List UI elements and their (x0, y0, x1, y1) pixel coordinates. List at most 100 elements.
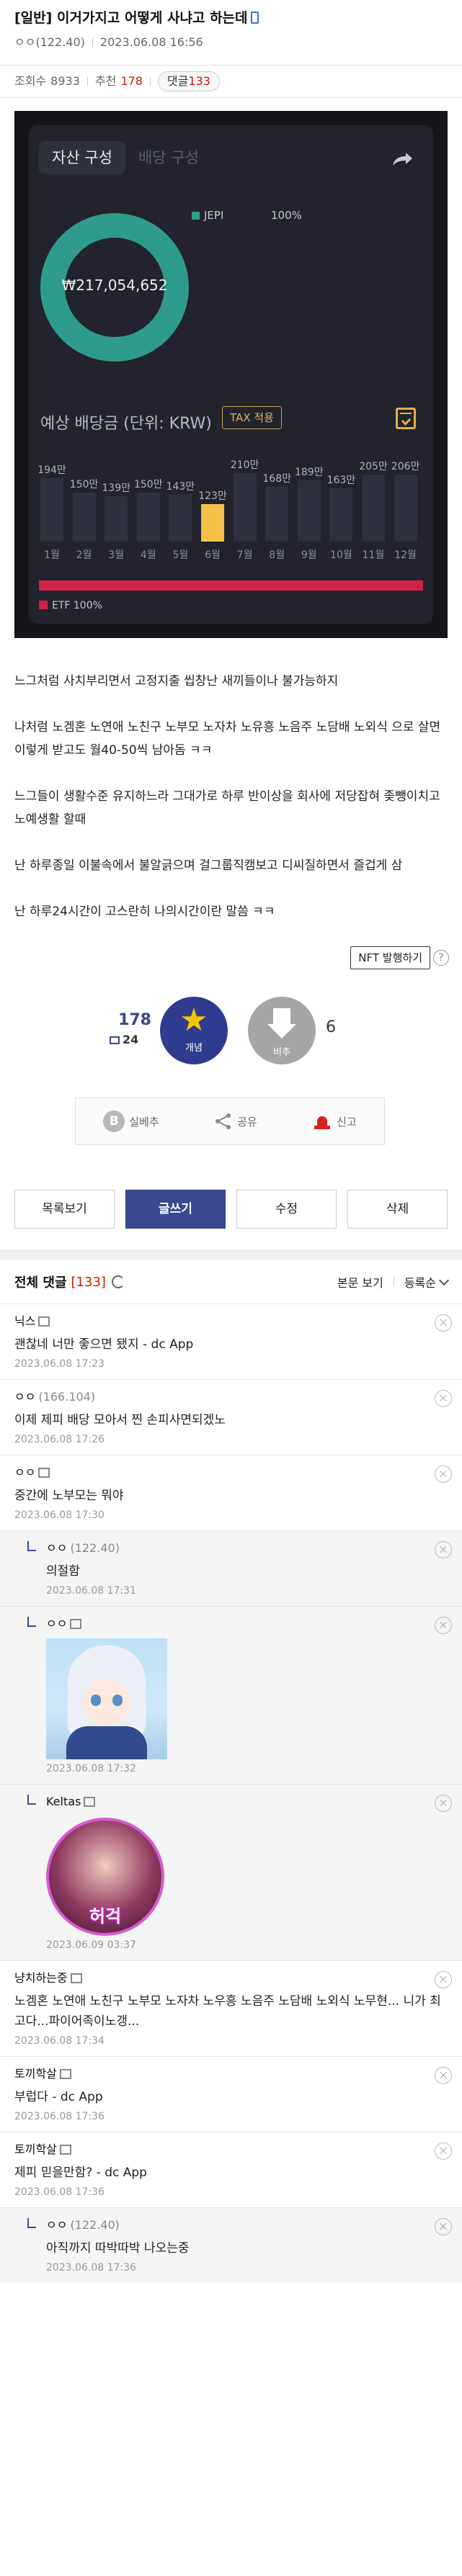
donut-legend: JEPI 100% (192, 209, 302, 222)
comment-count-badge[interactable]: 댓글133 (157, 71, 220, 91)
vote-area: 178 24 ★ 개념 비추 6 (0, 989, 462, 1098)
comment-nick[interactable]: ㅇㅇ (122.40) (46, 2217, 448, 2234)
comment-ip: (122.40) (70, 2218, 120, 2232)
delete-comment-icon[interactable] (435, 2218, 452, 2235)
tab-asset-composition: 자산 구성 (39, 141, 125, 174)
bar (329, 488, 353, 542)
sort-label: 등록순 (404, 1276, 436, 1290)
upvote-button[interactable]: ★ 개념 (160, 997, 228, 1064)
comment-body: 중간에 노부모는 뭐야 (14, 1489, 124, 1503)
delete-comment-icon[interactable] (435, 1314, 452, 1332)
comment-nick[interactable]: Keltas (46, 1793, 448, 1810)
tax-apply-button: TAX 적용 (222, 406, 282, 429)
comment-nick[interactable]: 토끼학살 (14, 2141, 448, 2158)
delete-comment-icon[interactable] (435, 1466, 452, 1483)
nickname-text: 냥치하는중 (14, 1971, 68, 1985)
delete-comment-icon[interactable] (435, 1795, 452, 1812)
comment-nick[interactable]: 닉스 (14, 1313, 448, 1330)
downvote-label: 비추 (273, 1047, 290, 1058)
comment-date: 2023.06.08 17:30 (14, 1509, 105, 1521)
etf-label: ETF 100% (52, 600, 102, 611)
bar (40, 478, 63, 542)
comment-nick[interactable]: ㅇㅇ (14, 1464, 448, 1481)
help-icon[interactable]: ? (433, 950, 449, 966)
comment-body: 아직까지 따박따박 나오는중 (46, 2241, 190, 2256)
bar (105, 496, 128, 542)
bar (362, 475, 385, 542)
bar (169, 495, 192, 542)
comment-nick[interactable]: ㅇㅇ (46, 1615, 448, 1633)
bar-column: 123만 6월 (198, 446, 227, 561)
nft-issue-button[interactable]: NFT 발행하기 (350, 946, 430, 969)
bar-value-label: 206만 (391, 461, 420, 472)
chevron-down-icon (438, 1275, 450, 1286)
bar-column: 194만 1월 (37, 446, 66, 561)
best-shortcut-button[interactable]: B 실베추 (103, 1110, 159, 1132)
bar-column: 150만 2월 (70, 446, 99, 561)
calendar-check-icon (396, 408, 416, 429)
comment-nick[interactable]: 토끼학살 (14, 2065, 448, 2083)
month-tick-label: 7월 (236, 549, 253, 561)
comment-ip: (122.40) (70, 1541, 120, 1555)
comments-controls: 본문 보기 등록순 (337, 1273, 450, 1291)
legend-pct: 100% (271, 209, 302, 222)
sort-select[interactable]: 등록순 (404, 1273, 450, 1291)
divider (0, 97, 462, 98)
comment-nick[interactable]: 냥치하는중 (14, 1970, 448, 1987)
reply-item: ㅇㅇ (122.40) 아직까지 따박따박 나오는중 2023.06.08 17:36 (0, 2207, 462, 2283)
recommend-label: 추천 (94, 74, 117, 88)
comment-nick[interactable]: ㅇㅇ (122.40) (46, 1540, 448, 1557)
comment-body: 제피 믿을만함? - dc App (14, 2166, 147, 2180)
total-amount: ₩217,054,652 (61, 277, 168, 294)
etf-swatch (39, 601, 48, 609)
comment-nick[interactable]: ㅇㅇ (166.104) (14, 1388, 448, 1406)
report-button[interactable]: 신고 (312, 1112, 357, 1131)
list-button[interactable]: 목록보기 (14, 1190, 115, 1229)
delete-comment-icon[interactable] (435, 1541, 452, 1558)
comment-date: 2023.06.08 17:23 (14, 1358, 105, 1370)
tab-dividend-composition: 배당 구성 (138, 149, 199, 166)
month-tick-label: 5월 (172, 549, 189, 561)
fixed-upvote-count: 24 (110, 1033, 138, 1046)
delete-comment-icon[interactable] (435, 2142, 452, 2160)
dccon-image: 허걱 (46, 1818, 164, 1936)
post-author[interactable]: ㅇㅇ(122.40) (14, 35, 85, 49)
member-icon (59, 2069, 71, 2079)
bar-value-label: 194만 (37, 465, 66, 476)
comment-date: 2023.06.08 17:34 (14, 2035, 105, 2047)
delete-comment-icon[interactable] (435, 1971, 452, 1988)
comment-item: 토끼학살 제피 믿을만함? - dc App 2023.06.08 17:36 (0, 2132, 462, 2207)
member-icon (38, 1316, 50, 1327)
body-paragraph: 나처럼 노겜혼 노연애 노친구 노부모 노자차 노유흥 노음주 노담배 노외식 … (14, 720, 441, 758)
delete-comment-icon[interactable] (435, 2067, 452, 2084)
refresh-icon[interactable] (111, 1275, 125, 1288)
share-button[interactable]: 공유 (214, 1113, 257, 1130)
comment-item: ㅇㅇ 중간에 노부모는 뭐야 2023.06.08 17:30 (0, 1455, 462, 1530)
comment-body: 노겜혼 노연애 노친구 노부모 노자차 노우흥 노음주 노담배 노외식 노무현.… (14, 1994, 441, 2029)
month-tick-label: 10월 (330, 549, 352, 561)
upvote-label: 개념 (185, 1043, 203, 1054)
body-paragraph: 난 하루종일 이불속에서 불알긁으며 걸그룹직캠보고 디씨질하면서 즐겁게 삼 (14, 858, 403, 873)
downvote-button[interactable]: 비추 (248, 997, 316, 1064)
post-stats: 조회수 8933 추천 178 댓글133 (0, 66, 462, 97)
view-body-link[interactable]: 본문 보기 (337, 1273, 383, 1291)
down-arrow-head (267, 1024, 296, 1038)
edit-button[interactable]: 수정 (236, 1190, 337, 1229)
delete-button[interactable]: 삭제 (347, 1190, 448, 1229)
nft-row: NFT 발행하기 ? (0, 946, 462, 989)
legend-name: JEPI (204, 209, 224, 222)
body-paragraph: 난 하루24시간이 고스란히 나의시간이란 말씀 ㅋㅋ (14, 905, 275, 919)
comment-item: ㅇㅇ (166.104) 이제 제피 배당 모아서 찐 손피사면되겠노 2023.06… (0, 1379, 462, 1455)
bar (297, 480, 321, 542)
comment-item: 토끼학살 부럽다 - dc App 2023.06.08 17:36 (0, 2056, 462, 2132)
delete-comment-icon[interactable] (435, 1390, 452, 1407)
nickname-text: ㅇㅇ (46, 1541, 68, 1555)
nickname-text: 토끼학살 (14, 2067, 57, 2081)
recommend-count: 178 (120, 74, 143, 88)
stats-divider (149, 76, 151, 86)
delete-comment-icon[interactable] (435, 1617, 452, 1634)
comment-date: 2023.06.08 17:36 (14, 2111, 105, 2122)
write-button[interactable]: 글쓰기 (125, 1190, 226, 1229)
bar-value-label: 210만 (230, 459, 259, 471)
member-icon (38, 1468, 50, 1478)
